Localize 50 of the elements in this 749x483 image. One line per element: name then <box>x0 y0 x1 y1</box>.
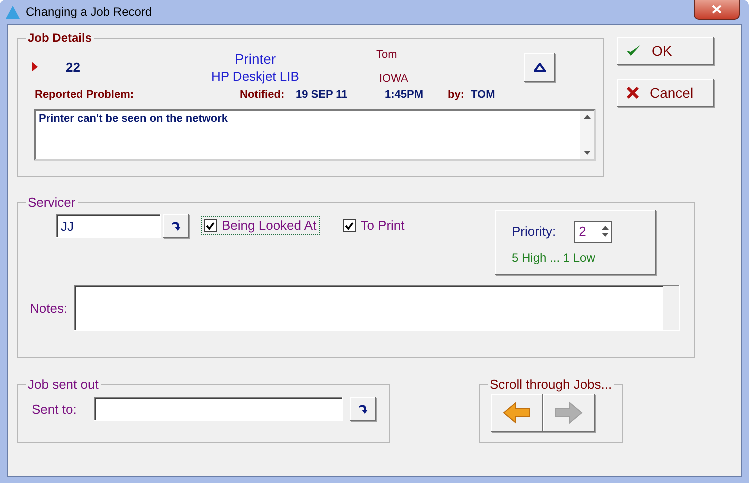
problem-field[interactable]: Printer can't be seen on the network <box>34 109 596 161</box>
cancel-button[interactable]: Cancel <box>617 79 714 107</box>
refresh-icon <box>170 220 182 232</box>
checkmark-icon <box>344 222 354 230</box>
lookup-button[interactable] <box>163 214 189 238</box>
job-number: 22 <box>66 60 80 74</box>
window-title: Changing a Job Record <box>26 5 152 19</box>
close-button[interactable] <box>694 0 740 20</box>
checkbox[interactable]: Being Looked At <box>201 216 320 235</box>
lookup-button[interactable] <box>350 397 376 421</box>
down-arrow-icon <box>584 151 590 155</box>
field-label: by: <box>448 89 466 101</box>
item-name: Printer <box>234 50 276 66</box>
group-title: Job sent out <box>27 377 100 392</box>
notified-time: 1:45PM <box>385 89 425 101</box>
priority-hint: 5 High ... 1 Low <box>512 250 596 264</box>
field-label: Sent to: <box>32 402 78 416</box>
notified-date: 19 SEP 11 <box>296 89 349 101</box>
record-pointer-icon <box>32 62 38 72</box>
checkmark-icon <box>206 222 215 230</box>
item-model: HP Deskjet LIB <box>212 68 300 84</box>
previous-button[interactable] <box>491 394 543 432</box>
sent-to-field[interactable] <box>94 397 343 421</box>
priority-spinner[interactable]: 2 <box>574 220 612 242</box>
close-icon <box>626 86 640 100</box>
app-icon <box>6 6 20 18</box>
up-arrow-icon <box>602 226 610 230</box>
location: IOWA <box>379 73 410 85</box>
group-title: Servicer <box>27 195 77 210</box>
checkmark-icon <box>626 44 642 58</box>
refresh-icon <box>357 403 369 415</box>
checkbox[interactable]: To Print <box>340 216 408 235</box>
ok-button[interactable]: OK <box>617 37 714 65</box>
group-title: Job Details <box>27 31 94 45</box>
down-arrow-icon <box>602 233 610 237</box>
user-name: Tom <box>376 49 398 61</box>
collapse-button[interactable] <box>524 52 556 82</box>
notes-field[interactable] <box>74 285 680 331</box>
servicer-field[interactable]: JJ <box>56 214 161 238</box>
left-arrow-icon <box>502 401 532 425</box>
close-icon <box>712 5 722 14</box>
up-arrow-icon <box>584 115 590 119</box>
field-label: Reported Problem: <box>35 89 136 101</box>
right-arrow-icon <box>554 401 584 425</box>
notified-by: TOM <box>471 89 496 101</box>
field-label: Notified: <box>240 89 286 101</box>
field-label: Priority: <box>512 224 556 239</box>
field-label: Notes: <box>30 300 68 316</box>
group-title: Scroll through Jobs... <box>489 377 614 392</box>
up-triangle-icon <box>534 62 546 72</box>
